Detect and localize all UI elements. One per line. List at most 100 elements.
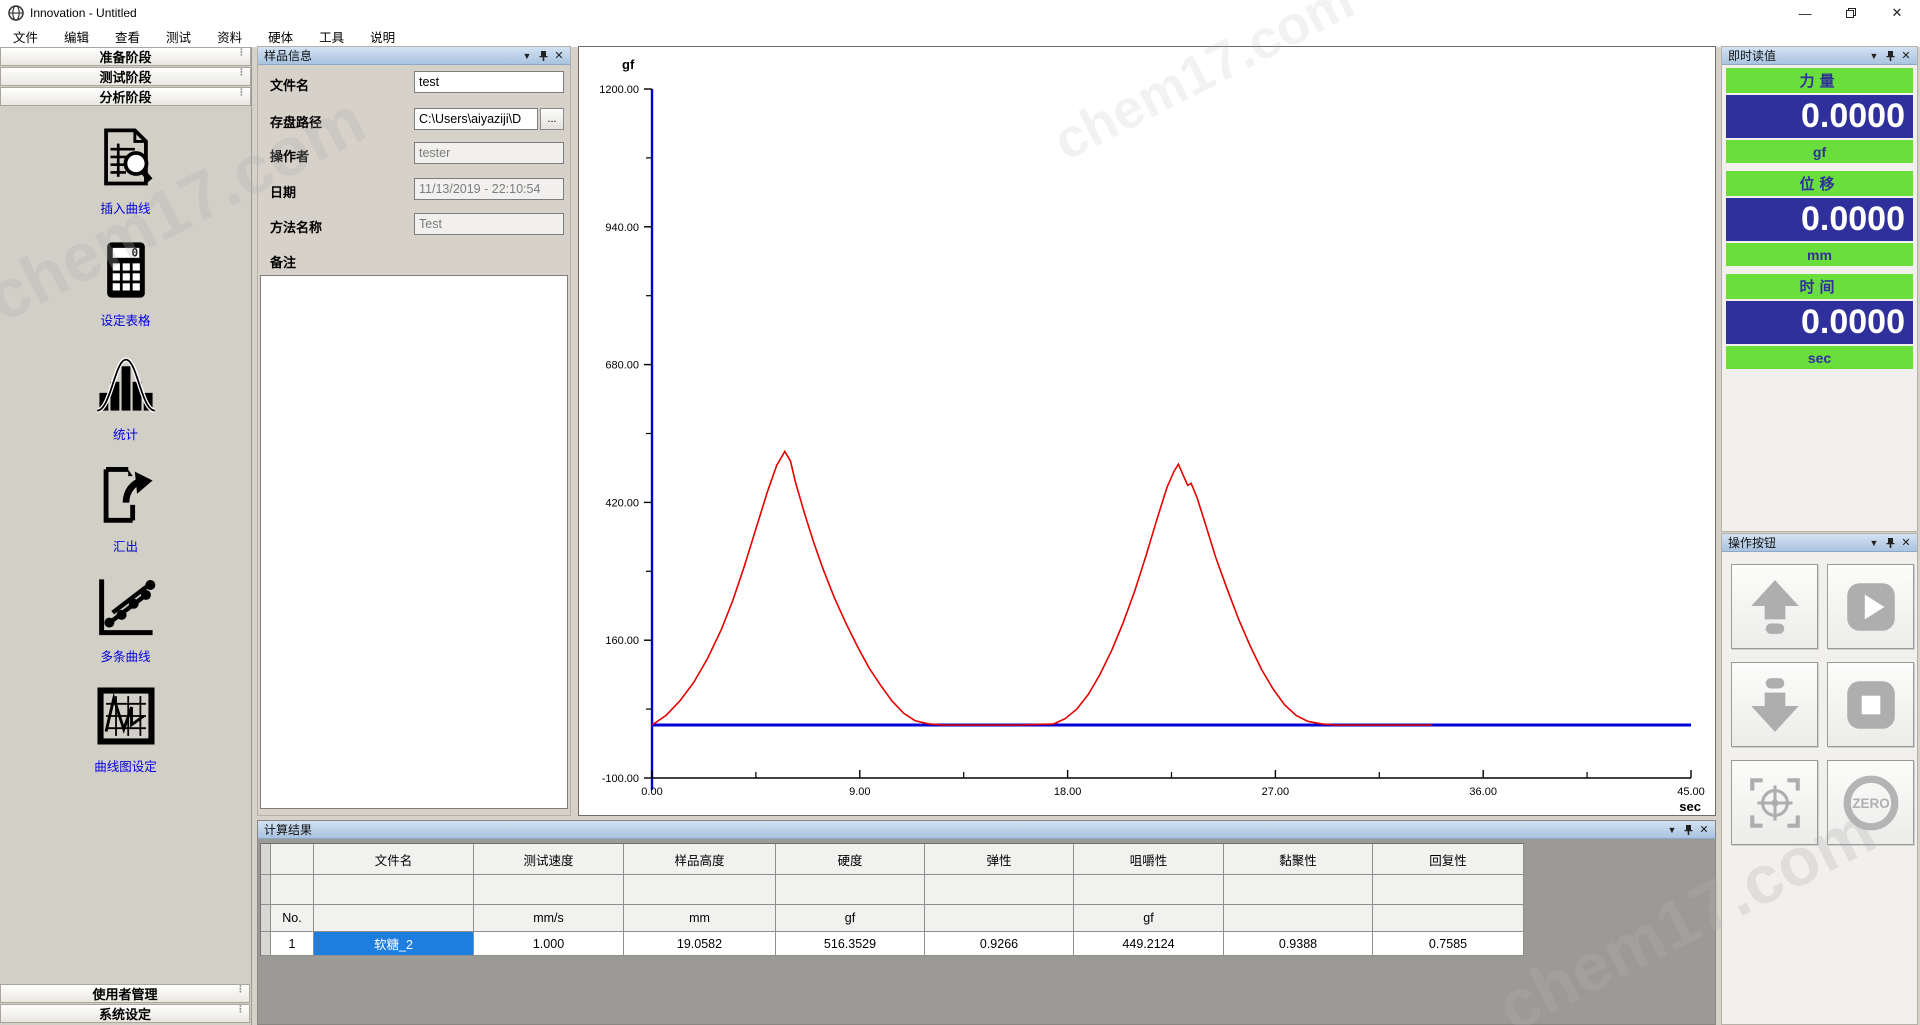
- column-header: 弹性: [925, 844, 1074, 875]
- user-management-button[interactable]: 使用者管理 ⋮: [0, 984, 250, 1003]
- svg-text:18.00: 18.00: [1054, 786, 1082, 798]
- menu-help[interactable]: 说明: [357, 27, 408, 46]
- panel-title: 样品信息: [264, 47, 312, 64]
- svg-text:0.00: 0.00: [641, 786, 662, 798]
- unit-cell: mm: [624, 905, 776, 932]
- insert-curve-icon: [95, 127, 157, 189]
- pin-icon[interactable]: [1882, 536, 1898, 550]
- column-header: 硬度: [776, 844, 925, 875]
- panel-close-icon[interactable]: ✕: [1898, 536, 1914, 550]
- realtime-readout-panel: 即时读值 ▼ ✕ 力量 0.0000 gf 位移 0.0000 mm 时间 0.…: [1721, 46, 1918, 532]
- statistics-icon: [95, 353, 157, 415]
- tool-insert-curve[interactable]: 插入曲线: [0, 127, 251, 217]
- file-name-cell-selected[interactable]: 软糖_2: [314, 932, 474, 956]
- row-number-cell[interactable]: 1: [271, 932, 314, 956]
- stage-tab-analyze[interactable]: 分析阶段 ⋮: [0, 87, 251, 106]
- zero-button-label: ZERO: [1852, 796, 1889, 811]
- svg-text:0: 0: [131, 247, 138, 260]
- pin-icon[interactable]: [1882, 49, 1898, 63]
- tool-set-table[interactable]: 0 设定表格: [0, 239, 251, 329]
- tool-label: 多条曲线: [0, 646, 251, 665]
- stop-test-button[interactable]: [1827, 662, 1914, 747]
- sample-height-cell[interactable]: 19.0582: [624, 932, 776, 956]
- pin-icon[interactable]: [535, 49, 551, 63]
- pin-icon[interactable]: [1680, 823, 1696, 837]
- restore-button[interactable]: [1828, 0, 1874, 26]
- probe-down-button[interactable]: [1731, 662, 1818, 747]
- stage-tab-test[interactable]: 测试阶段 ⋮: [0, 67, 251, 86]
- menu-hardware[interactable]: 硬体: [255, 27, 306, 46]
- bottom-tab-label: 使用者管理: [92, 984, 157, 1003]
- file-name-input[interactable]: [414, 71, 564, 93]
- calculator-icon: 0: [95, 239, 157, 301]
- arrow-down-icon: [1744, 674, 1806, 736]
- panel-close-icon[interactable]: ✕: [551, 49, 567, 63]
- menu-view[interactable]: 查看: [102, 27, 153, 46]
- window-title: Innovation - Untitled: [30, 6, 137, 20]
- panel-menu-icon[interactable]: ▼: [519, 49, 535, 63]
- probe-position-button[interactable]: [1731, 760, 1818, 845]
- date-input: [414, 178, 564, 200]
- test-speed-cell[interactable]: 1.000: [474, 932, 624, 956]
- tool-statistics[interactable]: 统计: [0, 353, 251, 443]
- menu-data[interactable]: 资料: [204, 27, 255, 46]
- start-test-button[interactable]: [1827, 564, 1914, 649]
- close-button[interactable]: ✕: [1874, 0, 1920, 26]
- time-unit: sec: [1726, 346, 1913, 369]
- row-selector[interactable]: [261, 932, 271, 956]
- calculation-results-panel: 计算结果 ▼ ✕ 文件名 测试速度 样品高度 硬度 弹性 咀嚼性 黏聚性 回复性: [257, 820, 1716, 1025]
- application-window: Innovation - Untitled — ✕ 文件 编辑 查看 测试 资料…: [0, 0, 1920, 1025]
- chart-panel: 1200.00940.00680.00420.00160.00-100.000.…: [578, 46, 1716, 816]
- method-name-input: [414, 213, 564, 235]
- play-icon: [1840, 576, 1902, 638]
- tool-export[interactable]: 汇出: [0, 465, 251, 555]
- svg-text:9.00: 9.00: [849, 786, 870, 798]
- save-path-input[interactable]: [414, 108, 538, 130]
- column-header: 回复性: [1373, 844, 1524, 875]
- panel-menu-icon[interactable]: ▼: [1866, 536, 1882, 550]
- tool-label: 汇出: [0, 536, 251, 555]
- springiness-cell[interactable]: 0.9266: [925, 932, 1074, 956]
- grip-dots-icon: ⋮: [237, 70, 246, 75]
- no-label-cell: No.: [271, 905, 314, 932]
- readout-header: 即时读值 ▼ ✕: [1722, 47, 1917, 65]
- unit-cell: gf: [776, 905, 925, 932]
- cohesiveness-cell[interactable]: 0.9388: [1224, 932, 1373, 956]
- svg-text:36.00: 36.00: [1469, 786, 1497, 798]
- remark-label: 备注: [270, 252, 296, 271]
- menu-tools[interactable]: 工具: [306, 27, 357, 46]
- probe-up-button[interactable]: [1731, 564, 1818, 649]
- tool-label: 统计: [0, 424, 251, 443]
- force-unit: gf: [1726, 140, 1913, 163]
- remark-textarea[interactable]: [260, 275, 568, 809]
- stage-tab-prepare[interactable]: 准备阶段 ⋮: [0, 47, 251, 66]
- operator-label: 操作者: [270, 146, 309, 165]
- menu-test[interactable]: 测试: [153, 27, 204, 46]
- chewiness-cell[interactable]: 449.2124: [1074, 932, 1224, 956]
- svg-text:27.00: 27.00: [1262, 786, 1290, 798]
- zero-button[interactable]: ZERO: [1827, 760, 1914, 845]
- panel-close-icon[interactable]: ✕: [1696, 823, 1712, 837]
- unit-cell: gf: [1074, 905, 1224, 932]
- panel-close-icon[interactable]: ✕: [1898, 49, 1914, 63]
- tool-chart-settings[interactable]: 曲线图设定: [0, 685, 251, 775]
- system-settings-button[interactable]: 系统设定 ⋮: [0, 1004, 250, 1023]
- resilience-cell[interactable]: 0.7585: [1373, 932, 1524, 956]
- action-buttons-panel: 操作按钮 ▼ ✕: [1721, 533, 1918, 1025]
- stop-icon: [1840, 674, 1902, 736]
- force-label: 力量: [1726, 68, 1913, 93]
- hardness-cell[interactable]: 516.3529: [776, 932, 925, 956]
- menu-file[interactable]: 文件: [0, 27, 51, 46]
- panel-menu-icon[interactable]: ▼: [1664, 823, 1680, 837]
- menu-edit[interactable]: 编辑: [51, 27, 102, 46]
- svg-text:940.00: 940.00: [605, 222, 639, 234]
- force-value: 0.0000: [1726, 95, 1913, 138]
- minimize-button[interactable]: —: [1782, 0, 1828, 26]
- grip-dots-icon: ⋮: [237, 90, 246, 95]
- browse-button[interactable]: ...: [540, 108, 564, 130]
- export-icon: [95, 465, 157, 527]
- panel-title: 计算结果: [264, 821, 312, 838]
- panel-menu-icon[interactable]: ▼: [1866, 49, 1882, 63]
- sidebar: 准备阶段 ⋮ 测试阶段 ⋮ 分析阶段 ⋮ 插入曲线: [0, 47, 252, 1025]
- tool-multi-curve[interactable]: 多条曲线: [0, 575, 251, 665]
